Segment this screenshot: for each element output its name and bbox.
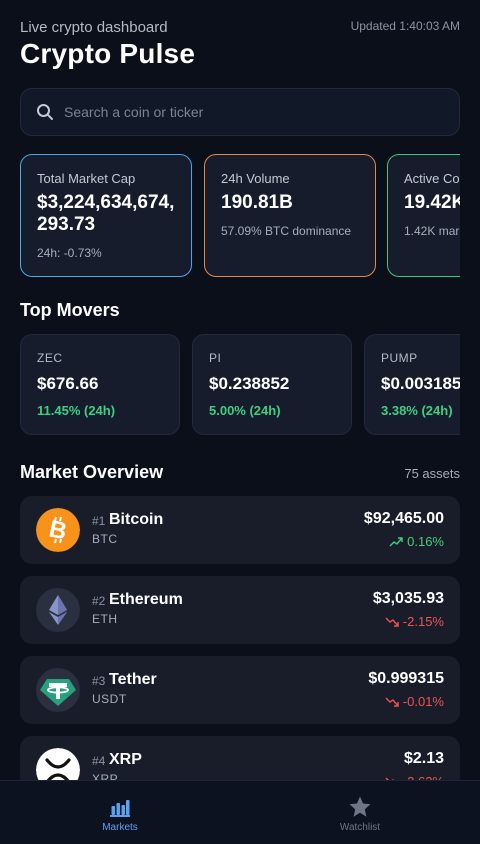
search-input[interactable] [64, 104, 424, 120]
stats-carousel[interactable]: Total Market Cap $3,224,634,674,293.73 2… [20, 154, 460, 278]
coin-rank: #4 [92, 754, 106, 768]
coin-price: $3,035.93 [372, 590, 444, 607]
updated-timestamp: Updated 1:40:03 AM [350, 19, 460, 33]
mover-price: $0.003185 [381, 374, 460, 393]
coin-change: 0.16% [389, 534, 444, 549]
stat-sub: 24h: -0.73% [37, 246, 102, 260]
stat-label: 24h Volume [221, 171, 290, 186]
mover-card[interactable]: PUMP $0.003185 3.38% (24h) [364, 334, 460, 435]
coin-row-bitcoin[interactable]: B #1 Bitcoin BTC $92,465.00 0.16% [20, 496, 460, 564]
trend-down-icon [385, 697, 399, 707]
coin-row-ethereum[interactable]: #2 Ethereum ETH $3,035.93 -2.15% [20, 576, 460, 644]
stat-sub: 1.42K markets [404, 224, 460, 238]
coin-rank: #2 [92, 594, 106, 608]
coin-rank: #3 [92, 674, 106, 688]
coin-name: Tether [109, 671, 157, 688]
top-movers-heading: Top Movers [20, 300, 120, 320]
bar-chart-icon [110, 800, 130, 817]
coin-price: $92,465.00 [363, 510, 444, 527]
search-bar[interactable] [20, 88, 460, 136]
dashboard-page: Live crypto dashboard Updated 1:40:03 AM… [0, 0, 480, 844]
coin-name: XRP [109, 751, 142, 768]
mover-card[interactable]: PI $0.238852 5.00% (24h) [192, 334, 352, 435]
stat-sub: 57.09% BTC dominance [221, 224, 352, 238]
mover-change: 5.00% (24h) [209, 403, 281, 418]
stat-label: Total Market Cap [37, 171, 136, 186]
nav-label: Watchlist [339, 822, 381, 833]
assets-count: 75 assets [404, 466, 460, 481]
market-overview-heading: Market Overview [20, 462, 164, 482]
tether-logo-icon [36, 668, 80, 712]
stat-card-active-coins[interactable]: Active Coins 19.42K 1.42K markets [387, 154, 460, 277]
mover-symbol: PUMP [381, 351, 418, 365]
stat-card-volume[interactable]: 24h Volume 190.81B 57.09% BTC dominance [204, 154, 376, 277]
top-movers-carousel[interactable]: ZEC $676.66 11.45% (24h) PI $0.238852 5.… [20, 334, 460, 436]
coin-change-value: -2.15% [402, 614, 444, 629]
coin-change-value: -0.01% [402, 694, 444, 709]
mover-card[interactable]: ZEC $676.66 11.45% (24h) [20, 334, 180, 435]
coin-name: Bitcoin [109, 511, 164, 528]
mover-price: $676.66 [37, 374, 99, 393]
page-subtitle: Live crypto dashboard [20, 19, 168, 36]
coin-price: $2.13 [403, 750, 444, 767]
coin-rank: #1 [92, 514, 106, 528]
nav-label: Markets [102, 822, 138, 833]
trend-down-icon [385, 617, 399, 627]
coin-change: -0.01% [385, 694, 444, 709]
coin-name: Ethereum [109, 591, 183, 608]
stat-value: $3,224,634,674,293.73 [37, 192, 175, 235]
stat-value: 19.42K [404, 192, 460, 213]
stat-card-market-cap[interactable]: Total Market Cap $3,224,634,674,293.73 2… [20, 154, 192, 277]
coin-row-tether[interactable]: #3 Tether USDT $0.999315 -0.01% [20, 656, 460, 724]
bitcoin-logo-icon: B [36, 508, 80, 552]
mover-change: 11.45% (24h) [37, 403, 116, 418]
page-title: Crypto Pulse [20, 38, 196, 69]
mover-change: 3.38% (24h) [381, 403, 453, 418]
bottom-nav: Markets Watchlist [0, 780, 480, 844]
coin-ticker: BTC [92, 532, 118, 546]
stat-value: 190.81B [221, 192, 293, 213]
mover-symbol: PI [209, 351, 222, 365]
coin-ticker: ETH [92, 612, 118, 626]
stat-label: Active Coins [404, 171, 460, 186]
coin-change: -2.15% [385, 614, 444, 629]
nav-item-watchlist[interactable]: Watchlist [300, 795, 420, 833]
search-icon [37, 104, 53, 120]
nav-item-markets[interactable]: Markets [60, 795, 180, 833]
ethereum-logo-icon [36, 588, 80, 632]
trend-up-icon [389, 536, 403, 546]
mover-symbol: ZEC [37, 351, 63, 365]
mover-price: $0.238852 [209, 374, 290, 393]
coin-price: $0.999315 [368, 670, 444, 687]
coin-ticker: USDT [92, 692, 127, 706]
star-icon [349, 796, 371, 817]
coin-change-value: 0.16% [407, 534, 444, 549]
